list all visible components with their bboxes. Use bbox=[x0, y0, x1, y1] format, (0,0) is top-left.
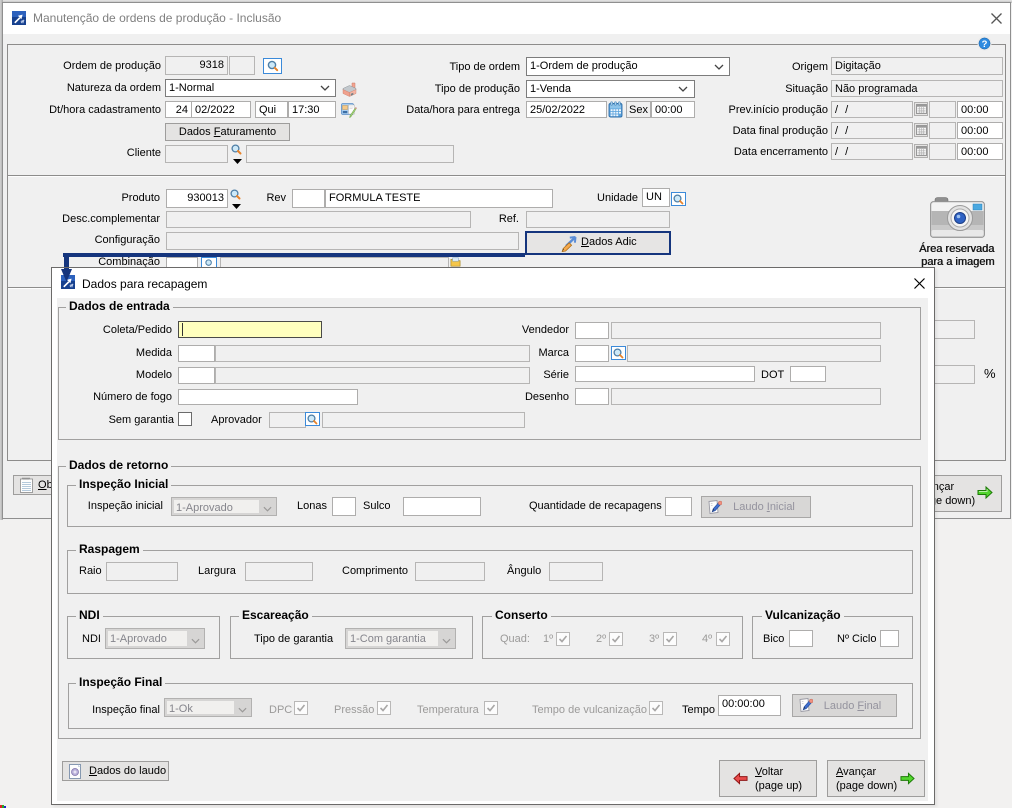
svg-text:?: ? bbox=[982, 39, 988, 50]
